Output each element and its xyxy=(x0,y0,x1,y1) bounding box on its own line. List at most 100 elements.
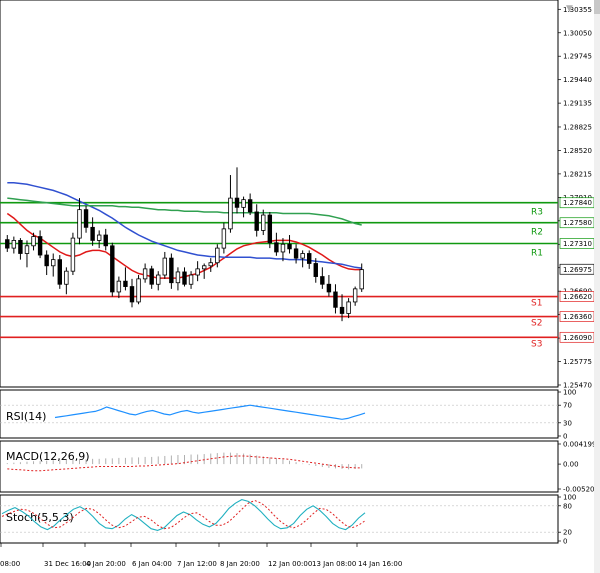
level-name-s1: S1 xyxy=(531,299,542,309)
rsi-title: RSI(14) xyxy=(6,410,46,423)
price-tick-label: 1.28215 xyxy=(563,170,592,178)
bull-candle-body xyxy=(359,269,364,290)
bear-candle-body xyxy=(5,239,10,249)
candle xyxy=(57,255,62,289)
time-tick-label: 12 Jan 00:00 xyxy=(268,560,312,568)
level-price-label-s3: 1.26090 xyxy=(563,334,592,342)
time-tick-label: 14 Jan 16:00 xyxy=(358,560,402,568)
bull-candle-body xyxy=(51,259,56,267)
bear-candle-body xyxy=(129,286,135,303)
bull-candle-body xyxy=(70,237,76,272)
time-tick-label: 4 Jan 20:00 xyxy=(86,560,126,568)
bull-candle-body xyxy=(188,274,194,285)
bear-candle-body xyxy=(110,245,115,293)
bull-candle-body xyxy=(228,197,233,230)
bear-candle-body xyxy=(339,306,345,314)
bear-candle-body xyxy=(287,243,292,250)
bear-candle-body xyxy=(267,214,273,244)
trading-chart[interactable]: 1.303551.300501.297451.294401.291351.288… xyxy=(0,0,600,573)
stoch-axis: 10080 200 xyxy=(558,494,576,546)
current-price-label: 1.26975 xyxy=(563,266,592,274)
rsi-axis: 100 70 30 0 xyxy=(558,389,576,441)
bull-candle-body xyxy=(215,247,220,264)
bear-candle-body xyxy=(103,234,108,247)
current-price-marker: 1.26975 xyxy=(559,263,595,275)
bull-candle-body xyxy=(261,214,266,231)
bear-candle-body xyxy=(149,268,154,285)
indicator-tick-label: 100 xyxy=(563,494,576,502)
level-price-label-r3: 1.27840 xyxy=(563,199,592,207)
indicator-tick-label: 0 xyxy=(563,538,567,546)
bear-candle-body xyxy=(169,257,174,284)
candle xyxy=(136,275,141,305)
bull-candle-body xyxy=(156,274,161,285)
bull-candle-body xyxy=(24,245,30,254)
right-scrollbar[interactable] xyxy=(594,0,600,573)
bull-candle-body xyxy=(241,199,246,208)
level-name-s3: S3 xyxy=(531,339,542,349)
bull-candle-body xyxy=(77,209,82,239)
bull-candle-body xyxy=(280,243,286,253)
bear-candle-body xyxy=(182,271,187,285)
indicator-tick-label: 30 xyxy=(563,419,572,427)
level-name-r3: R3 xyxy=(531,208,543,218)
bear-candle-body xyxy=(293,248,299,259)
bear-candle-body xyxy=(234,197,240,208)
bull-candle-body xyxy=(352,288,358,303)
indicator-tick-label: -0.005205 xyxy=(563,486,599,494)
bear-candle-body xyxy=(83,209,89,228)
bull-candle-body xyxy=(64,270,69,285)
bull-candle-body xyxy=(11,240,17,249)
scroll-thumb[interactable] xyxy=(594,0,600,14)
indicator-tick-label: 0.00 xyxy=(563,461,579,469)
price-tick-label: 1.29745 xyxy=(563,53,592,61)
level-price-label-s1: 1.26620 xyxy=(563,293,592,301)
bull-candle-body xyxy=(142,268,148,280)
price-tick-label: 1.29135 xyxy=(563,100,592,108)
bear-candle-body xyxy=(307,253,312,264)
bull-candle-body xyxy=(221,228,227,249)
bear-candle-body xyxy=(37,236,43,256)
level-name-s2: S2 xyxy=(531,319,542,329)
candle xyxy=(110,242,115,297)
stoch-panel xyxy=(0,494,559,544)
level-price-label-r2: 1.27580 xyxy=(563,219,592,227)
price-panel xyxy=(0,0,559,388)
bear-candle-body xyxy=(326,283,332,293)
chart-shift-icon[interactable]: ▼ xyxy=(566,4,573,14)
bull-candle-body xyxy=(300,253,305,259)
time-axis: 08:00 31 Dec 16:004 Jan 20:00 6 Jan 04:00 7… xyxy=(0,543,402,568)
bull-candle-body xyxy=(116,280,122,293)
bull-candle-body xyxy=(208,262,213,267)
bear-candle-body xyxy=(44,254,49,267)
bull-candle-body xyxy=(162,257,168,276)
time-tick-label: 13 Jan 08:00 xyxy=(312,560,356,568)
candle xyxy=(267,211,273,249)
bear-candle-body xyxy=(57,259,62,285)
bull-candle-body xyxy=(175,271,181,284)
bear-candle-body xyxy=(333,291,338,308)
price-tick-label: 1.30050 xyxy=(563,29,592,37)
bull-candle-body xyxy=(346,301,351,314)
bear-candle-body xyxy=(18,240,23,254)
indicator-tick-label: 0 xyxy=(563,433,567,441)
rsi-panel xyxy=(0,389,559,439)
price-tick-label: 1.25775 xyxy=(563,358,592,366)
bear-candle-body xyxy=(320,276,325,285)
indicator-tick-label: 0.004199 xyxy=(563,441,596,449)
bull-candle-body xyxy=(136,278,141,303)
bear-candle-body xyxy=(313,263,318,277)
level-name-r2: R2 xyxy=(531,228,543,238)
indicator-tick-label: 20 xyxy=(563,529,572,537)
indicator-tick-label: 80 xyxy=(563,502,572,510)
level-price-label-s2: 1.26360 xyxy=(563,313,592,321)
candle xyxy=(70,232,76,276)
bear-candle-body xyxy=(254,211,259,231)
bear-candle-body xyxy=(274,242,279,253)
price-tick-label: 1.28520 xyxy=(563,147,592,155)
bull-candle-body xyxy=(201,265,207,270)
bear-candle-body xyxy=(247,199,253,213)
price-tick-label: 1.29440 xyxy=(563,76,592,84)
time-tick-label: 31 Dec 16:00 xyxy=(44,560,91,568)
time-tick-label: 08:00 xyxy=(0,560,20,568)
